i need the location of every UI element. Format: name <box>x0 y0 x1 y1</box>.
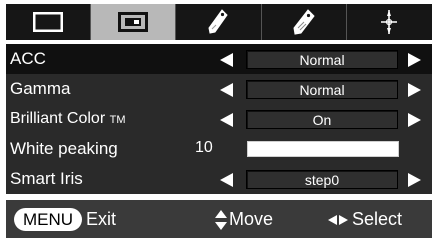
move-hint: Move <box>229 209 274 229</box>
value-box: On <box>246 110 398 129</box>
up-down-arrows-icon <box>215 210 227 230</box>
arrow-left-icon[interactable] <box>220 173 233 187</box>
row-label: Smart Iris <box>10 169 83 188</box>
row-label: ACC <box>10 49 46 68</box>
compass-icon <box>377 8 401 36</box>
tab-setup[interactable] <box>176 4 262 40</box>
right-arrow-icon <box>339 215 348 225</box>
level-slider-fill <box>248 142 398 156</box>
key-hint-bar: MENU Exit Move Select <box>6 200 432 238</box>
row-label: Gamma <box>10 79 71 98</box>
menu-row-acc[interactable]: ACC Normal <box>6 44 432 74</box>
level-number: 10 <box>195 139 213 156</box>
menu-row-brilliant-color[interactable]: Brilliant Color TM On <box>6 104 432 134</box>
picture-settings-list: ACC Normal Gamma Normal Brilliant Color … <box>6 44 432 194</box>
tab-picture[interactable] <box>91 4 177 40</box>
row-label: Brilliant Color TM <box>10 108 125 131</box>
left-arrow-icon <box>328 215 337 225</box>
exit-hint: Exit <box>86 209 117 229</box>
settings-tag-icon <box>290 8 318 36</box>
monitor-icon <box>32 11 64 33</box>
row-label-text: Brilliant Color <box>10 110 106 127</box>
arrow-left-icon[interactable] <box>220 113 233 127</box>
value-box: Normal <box>246 50 398 69</box>
osd-picture-menu: ACC Normal Gamma Normal Brilliant Color … <box>0 0 438 240</box>
menu-row-gamma[interactable]: Gamma Normal <box>6 74 432 104</box>
tab-network[interactable] <box>347 4 432 40</box>
arrow-right-icon[interactable] <box>408 173 421 187</box>
arrow-right-icon[interactable] <box>408 53 421 67</box>
row-label: White peaking <box>10 139 118 158</box>
arrow-left-icon[interactable] <box>220 53 233 67</box>
trademark-label: TM <box>109 114 126 126</box>
menu-tab-bar <box>6 4 432 40</box>
select-hint: Select <box>352 209 403 229</box>
value-box: Normal <box>246 80 398 99</box>
tab-options[interactable] <box>262 4 347 40</box>
arrow-right-icon[interactable] <box>408 113 421 127</box>
tag-icon <box>207 8 229 36</box>
menu-key-badge: MENU <box>14 208 82 231</box>
arrow-right-icon[interactable] <box>408 83 421 97</box>
tab-display[interactable] <box>6 4 92 40</box>
picture-settings-icon <box>117 11 149 33</box>
menu-row-white-peaking[interactable]: White peaking 10 <box>6 134 432 164</box>
arrow-left-icon[interactable] <box>220 83 233 97</box>
menu-row-smart-iris[interactable]: Smart Iris step0 <box>6 164 432 194</box>
level-slider[interactable] <box>247 141 399 157</box>
value-box: step0 <box>246 170 398 189</box>
